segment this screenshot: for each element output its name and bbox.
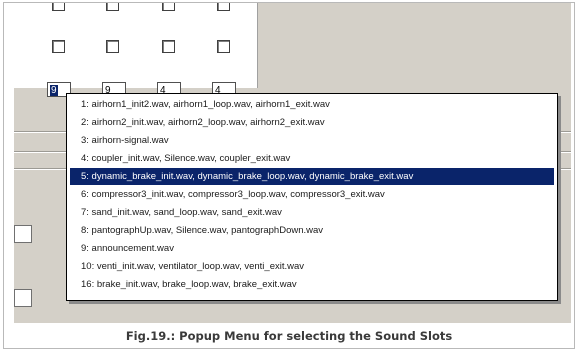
menu-item-selected[interactable]: 5: dynamic_brake_init.wav, dynamic_brake… [70, 168, 554, 185]
app-screenshot: 9 9 4 4 1: airhorn1_init2.wav, airhorn1_… [14, 3, 571, 323]
checkbox[interactable] [106, 40, 119, 53]
checkbox[interactable] [52, 40, 65, 53]
sound-slot-popup-menu: 1: airhorn1_init2.wav, airhorn1_loop.wav… [66, 93, 558, 301]
menu-item[interactable]: 1: airhorn1_init2.wav, airhorn1_loop.wav… [70, 96, 554, 113]
menu-item[interactable]: 4: coupler_init.wav, Silence.wav, couple… [70, 150, 554, 167]
menu-item[interactable]: 10: venti_init.wav, ventilator_loop.wav,… [70, 258, 554, 275]
checkbox[interactable] [217, 40, 230, 53]
menu-item[interactable]: 9: announcement.wav [70, 240, 554, 257]
menu-item[interactable]: 7: sand_init.wav, sand_loop.wav, sand_ex… [70, 204, 554, 221]
menu-item[interactable]: 16: brake_init.wav, brake_loop.wav, brak… [70, 276, 554, 293]
checkbox[interactable] [162, 40, 175, 53]
checkbox[interactable] [162, 3, 175, 11]
checkbox[interactable] [217, 3, 230, 11]
checkbox[interactable] [106, 3, 119, 11]
menu-item[interactable]: 8: pantographUp.wav, Silence.wav, pantog… [70, 222, 554, 239]
menu-item[interactable]: 6: compressor3_init.wav, compressor3_loo… [70, 186, 554, 203]
menu-item[interactable]: 2: airhorn2_init.wav, airhorn2_loop.wav,… [70, 114, 554, 131]
menu-item[interactable]: 3: airhorn-signal.wav [70, 132, 554, 149]
left-control-stub[interactable] [14, 289, 32, 307]
sound-slot-value: 9 [50, 85, 58, 96]
figure-frame: 9 9 4 4 1: airhorn1_init2.wav, airhorn1_… [3, 2, 575, 349]
left-control-stub[interactable] [14, 225, 32, 243]
figure-caption: Fig.19.: Popup Menu for selecting the So… [125, 329, 453, 343]
checkbox[interactable] [52, 3, 65, 11]
